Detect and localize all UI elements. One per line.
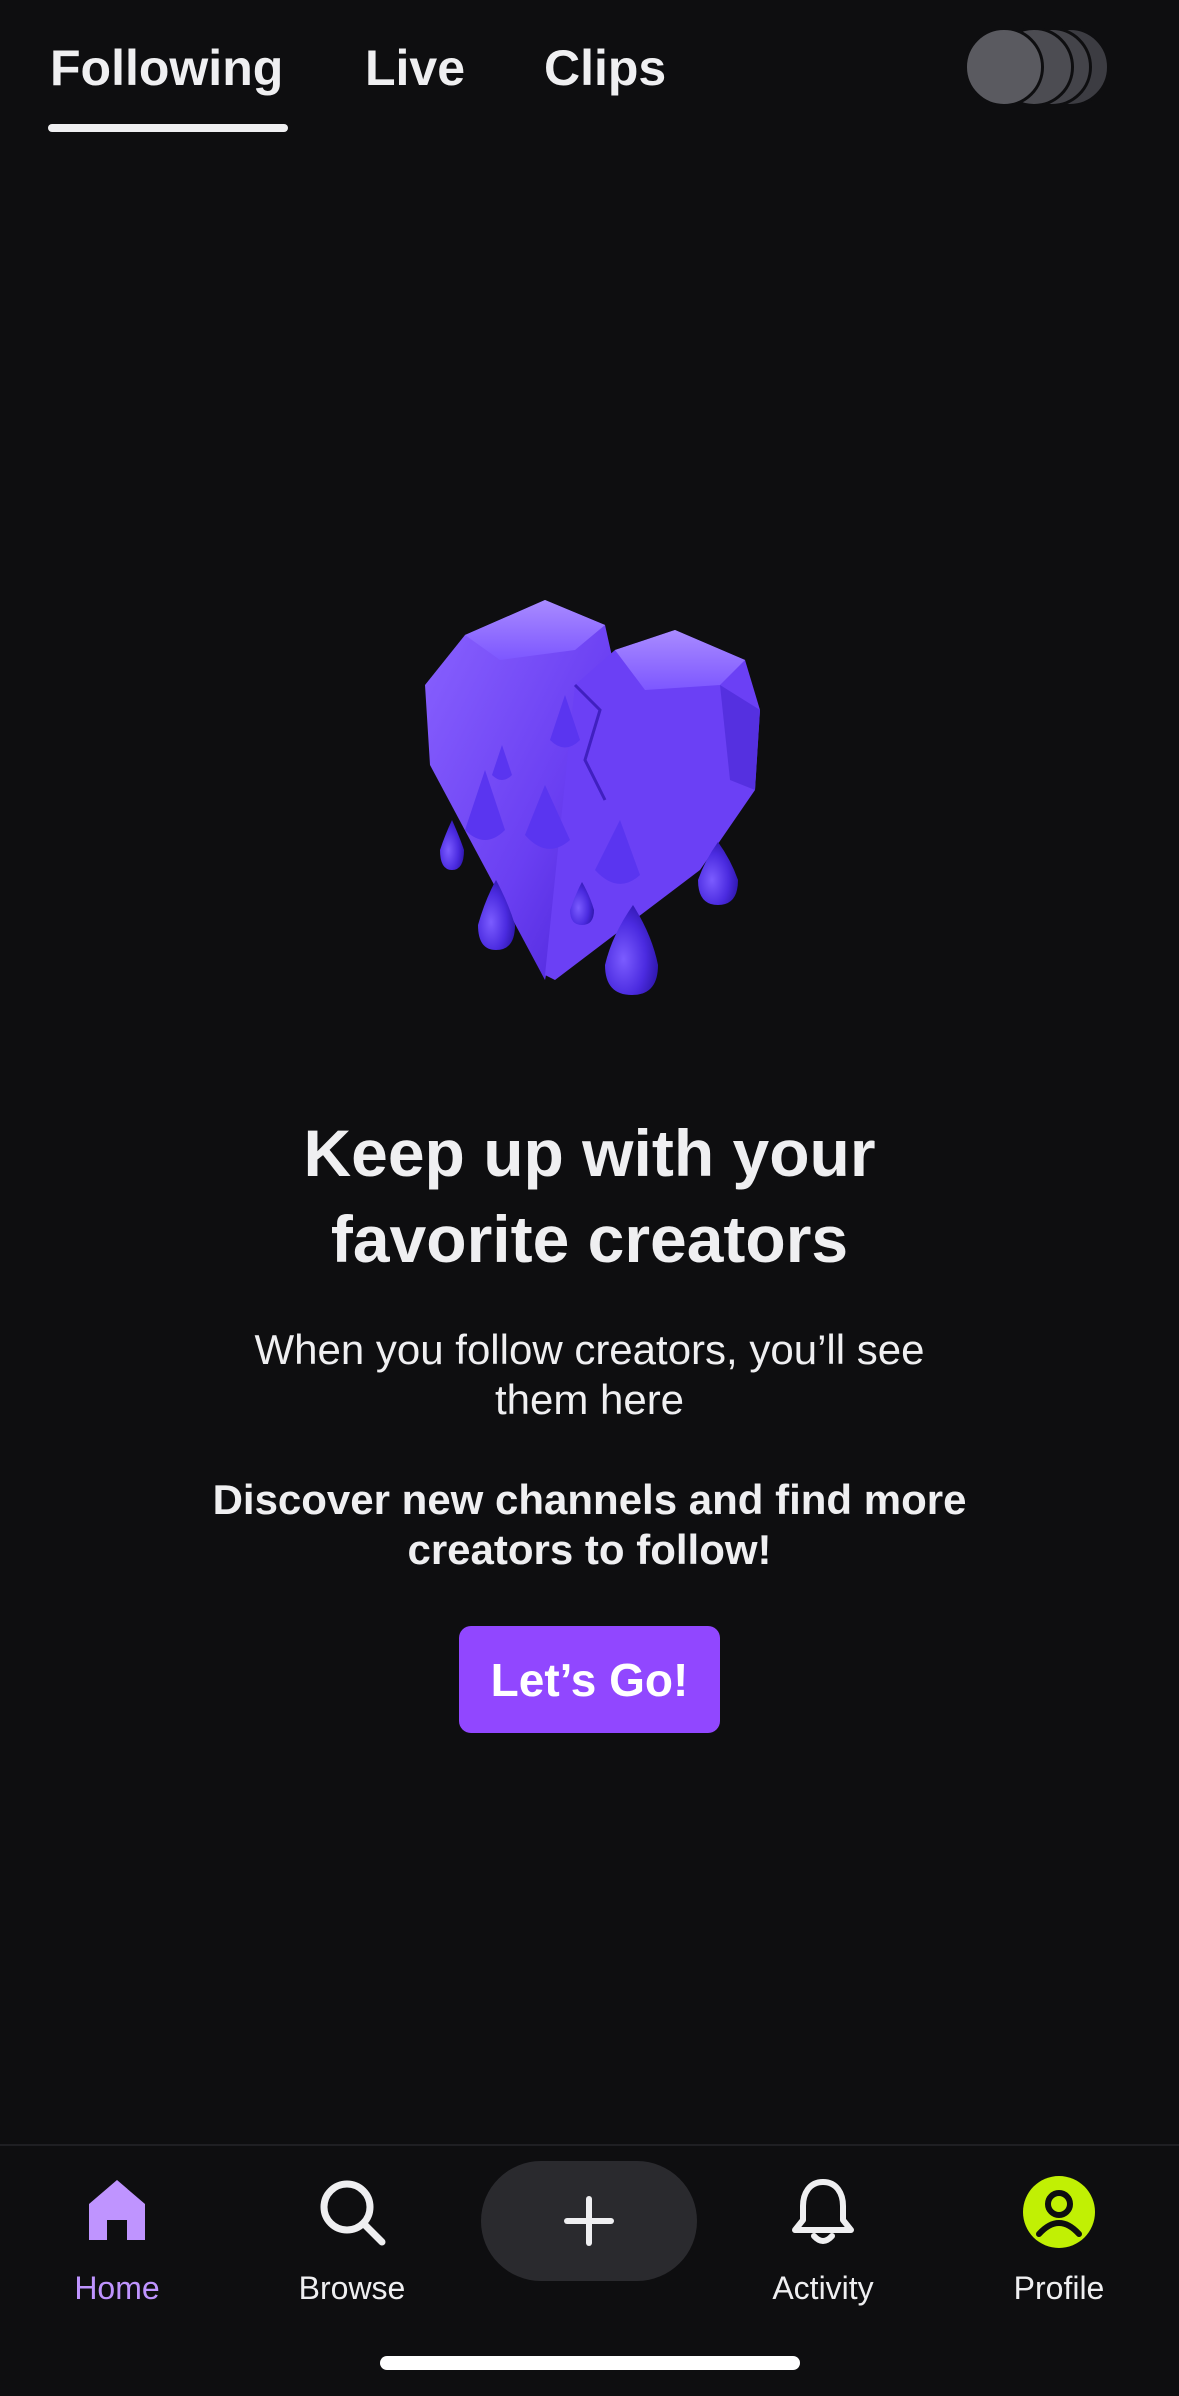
- tab-clips[interactable]: Clips: [544, 38, 666, 98]
- top-tab-bar: Following Live Clips: [0, 0, 1179, 140]
- nav-label-browse: Browse: [298, 2270, 406, 2306]
- avatar-disc: [964, 27, 1044, 107]
- headline-line: favorite creators: [330, 1202, 849, 1276]
- search-icon: [320, 2180, 386, 2246]
- bell-icon: [792, 2179, 854, 2244]
- create-button[interactable]: [481, 2161, 697, 2281]
- discover-line: creators to follow!: [407, 1526, 772, 1573]
- home-icon: [89, 2180, 145, 2240]
- tab-live[interactable]: Live: [365, 38, 465, 98]
- empty-state-subtext: When you follow creators, you’ll see the…: [190, 1325, 989, 1425]
- discover-line: Discover new channels and find more: [212, 1476, 967, 1523]
- nav-label-profile: Profile: [1013, 2270, 1105, 2306]
- nav-item-browse[interactable]: Browse: [252, 2166, 452, 2316]
- nav-item-activity[interactable]: Activity: [723, 2166, 923, 2316]
- broken-heart-dripping-icon: [400, 580, 780, 1020]
- tab-following[interactable]: Following: [50, 38, 283, 98]
- active-tab-indicator: [48, 124, 288, 132]
- nav-label-activity: Activity: [772, 2270, 874, 2306]
- plus-icon: [564, 2196, 614, 2246]
- profile-avatar-icon: [1023, 2176, 1095, 2248]
- headline-line: Keep up with your: [303, 1116, 876, 1190]
- stacked-avatars-icon[interactable]: [964, 27, 1114, 109]
- subtext-line: When you follow creators, you’ll see: [254, 1326, 925, 1373]
- empty-state-headline: Keep up with your favorite creators: [140, 1110, 1039, 1282]
- nav-label-home: Home: [74, 2270, 160, 2306]
- lets-go-button[interactable]: Let’s Go!: [459, 1626, 720, 1733]
- nav-item-profile[interactable]: Profile: [959, 2166, 1159, 2316]
- following-page: Following Live Clips Keep up with your f…: [0, 0, 1179, 2396]
- home-indicator[interactable]: [380, 2356, 800, 2370]
- nav-item-home[interactable]: Home: [17, 2166, 217, 2316]
- discover-prompt: Discover new channels and find more crea…: [160, 1475, 1019, 1575]
- subtext-line: them here: [494, 1376, 685, 1423]
